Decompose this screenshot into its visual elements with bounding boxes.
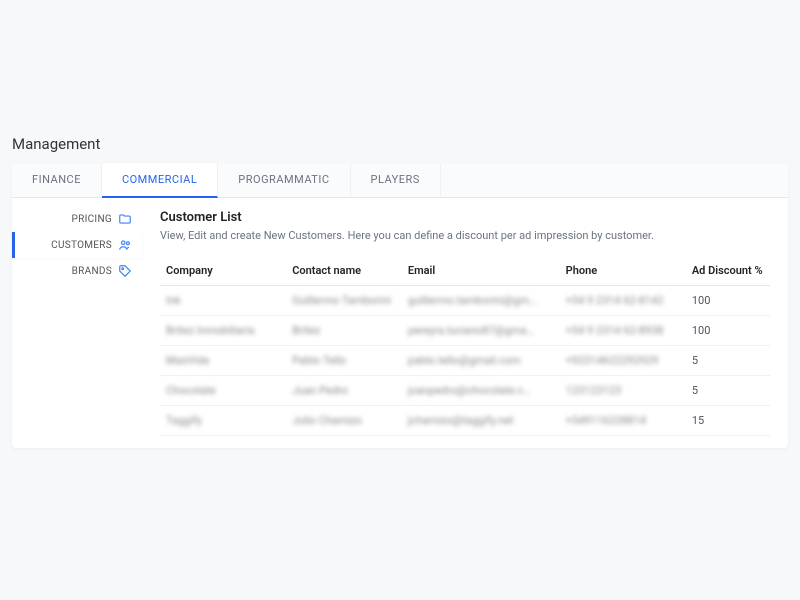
col-phone[interactable]: Phone — [560, 256, 686, 286]
table-row[interactable]: ChocolateJuan Pedrojuanpedro@chocolate.c… — [160, 376, 770, 406]
sidebar-item-label: PRICING — [72, 214, 112, 225]
cell-discount: 15 — [686, 406, 770, 436]
customers-table: Company Contact name Email Phone Ad Disc… — [160, 256, 770, 436]
cell-company: Chocolate — [160, 376, 286, 406]
table-row[interactable]: InkGuillermo Tamboriniguillermo.tamborin… — [160, 286, 770, 316]
cell-discount: 5 — [686, 346, 770, 376]
col-contact[interactable]: Contact name — [286, 256, 402, 286]
cell-phone: 123123123 — [560, 376, 686, 406]
table-row[interactable]: Britez InmobiliariaBritezpereyra.luciano… — [160, 316, 770, 346]
tab-bar: FINANCE COMMERCIAL PROGRAMMATIC PLAYERS — [12, 163, 788, 198]
cell-phone: +54 9 2314 62-8938 — [560, 316, 686, 346]
content-area: PRICING CUSTOMERS BRANDS Customer List — [12, 198, 788, 448]
cell-company: Ink — [160, 286, 286, 316]
cell-phone: +54 9 2314 62-8142 — [560, 286, 686, 316]
folder-icon — [118, 212, 132, 226]
list-title: Customer List — [160, 210, 770, 225]
cell-contact: Julio Chamizo — [286, 406, 402, 436]
cell-contact: Guillermo Tamborini — [286, 286, 402, 316]
cell-phone: +92314622292929 — [560, 346, 686, 376]
sidebar-item-label: CUSTOMERS — [51, 240, 112, 251]
management-panel: FINANCE COMMERCIAL PROGRAMMATIC PLAYERS … — [12, 163, 788, 448]
sidebar-item-brands[interactable]: BRANDS — [12, 258, 142, 284]
col-email[interactable]: Email — [402, 256, 560, 286]
tab-finance[interactable]: FINANCE — [12, 163, 102, 197]
table-row[interactable]: TaggifyJulio Chamizojchamizo@taggify.net… — [160, 406, 770, 436]
cell-email: guillermo.tamborini@gm… — [402, 286, 560, 316]
cell-contact: Juan Pedro — [286, 376, 402, 406]
sidebar-item-pricing[interactable]: PRICING — [12, 206, 142, 232]
col-discount[interactable]: Ad Discount % — [686, 256, 770, 286]
cell-discount: 5 — [686, 376, 770, 406]
cell-email: pereyra.luciano87@gma… — [402, 316, 560, 346]
cell-contact: Pablo Tello — [286, 346, 402, 376]
sidebar-item-customers[interactable]: CUSTOMERS — [12, 232, 142, 258]
cell-email: juanpedro@chocolate.c… — [402, 376, 560, 406]
cell-company: Britez Inmobiliaria — [160, 316, 286, 346]
table-header-row: Company Contact name Email Phone Ad Disc… — [160, 256, 770, 286]
cell-discount: 100 — [686, 286, 770, 316]
cell-contact: Britez — [286, 316, 402, 346]
cell-company: Taggify — [160, 406, 286, 436]
col-company[interactable]: Company — [160, 256, 286, 286]
cell-discount: 100 — [686, 316, 770, 346]
cell-email: jchamizo@taggify.net — [402, 406, 560, 436]
cell-company: MasVida — [160, 346, 286, 376]
main-content: Customer List View, Edit and create New … — [142, 198, 788, 448]
tag-icon — [118, 264, 132, 278]
table-row[interactable]: MasVidaPablo Tellopablo.tello@gmail.com+… — [160, 346, 770, 376]
list-description: View, Edit and create New Customers. Her… — [160, 229, 770, 242]
cell-phone: +549116228814 — [560, 406, 686, 436]
sidebar: PRICING CUSTOMERS BRANDS — [12, 198, 142, 448]
tab-commercial[interactable]: COMMERCIAL — [102, 163, 218, 198]
tab-players[interactable]: PLAYERS — [351, 163, 441, 197]
page-title: Management — [0, 0, 800, 163]
tab-programmatic[interactable]: PROGRAMMATIC — [218, 163, 350, 197]
cell-email: pablo.tello@gmail.com — [402, 346, 560, 376]
users-icon — [118, 238, 132, 252]
sidebar-item-label: BRANDS — [72, 266, 112, 277]
